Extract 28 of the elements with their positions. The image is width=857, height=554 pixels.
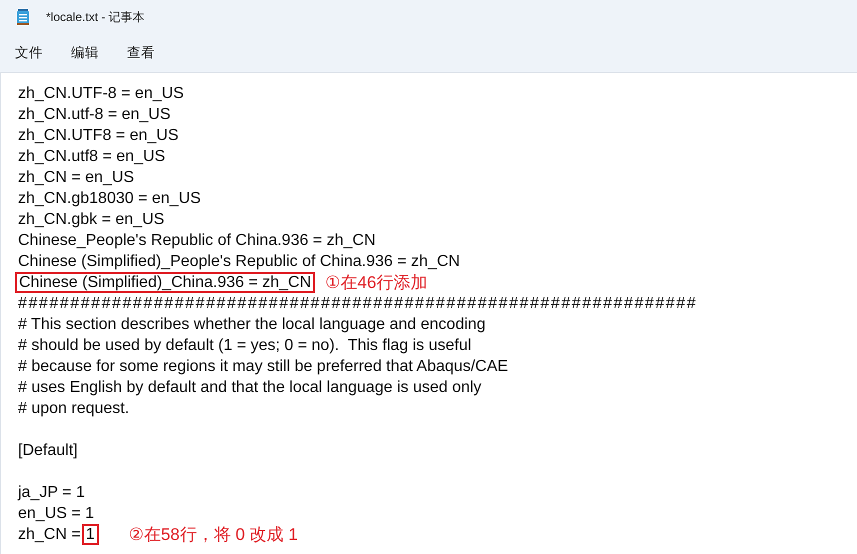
text-line: zh_CN.UTF-8 = en_US [18, 84, 184, 104]
menu-item[interactable]: 文件 [8, 36, 50, 70]
annotation-text: ②在58行，将 0 改成 1 [128, 524, 298, 545]
text-line: zh_CN = [18, 525, 81, 545]
annotation-text: ①在46行添加 [325, 272, 428, 293]
text-line: # should be used by default (1 = yes; 0 = no). This flag is useful [18, 336, 472, 356]
text-line: Chinese_People's Republic of China.936 = zh_CN [18, 231, 376, 251]
text-line: # This section describes whether the local language and encoding [18, 315, 486, 335]
highlighted-text: 1 [82, 524, 99, 545]
text-line: ################################################################# [18, 294, 698, 314]
text-line: # uses English by default and that the local language is used only [18, 378, 482, 398]
text-line: zh_CN = en_US [18, 168, 134, 188]
text-line: zh_CN.gbk = en_US [18, 210, 164, 230]
window-title: *locale.txt - 记事本 [46, 9, 145, 26]
notepad-icon [16, 8, 30, 26]
highlighted-text: Chinese (Simplified)_China.936 = zh_CN [15, 272, 316, 293]
text-line: # upon request. [18, 399, 130, 419]
text-line: # because for some regions it may still be preferred that Abaqus/CAE [18, 357, 508, 377]
menu-item[interactable]: 编辑 [64, 36, 106, 70]
menu-item[interactable]: 查看 [120, 36, 162, 70]
text-line: zh_CN.utf-8 = en_US [18, 105, 171, 125]
text-line: ja_JP = 1 [18, 483, 85, 503]
text-line: en_US = 1 [18, 504, 94, 524]
text-line: [Default] [18, 441, 78, 461]
text-line: zh_CN.UTF8 = en_US [18, 126, 179, 146]
text-line: zh_CN.utf8 = en_US [18, 147, 166, 167]
text-line: zh_CN.gb18030 = en_US [18, 189, 201, 209]
text-line: Chinese (Simplified)_People's Republic of China.936 = zh_CN [18, 252, 460, 272]
